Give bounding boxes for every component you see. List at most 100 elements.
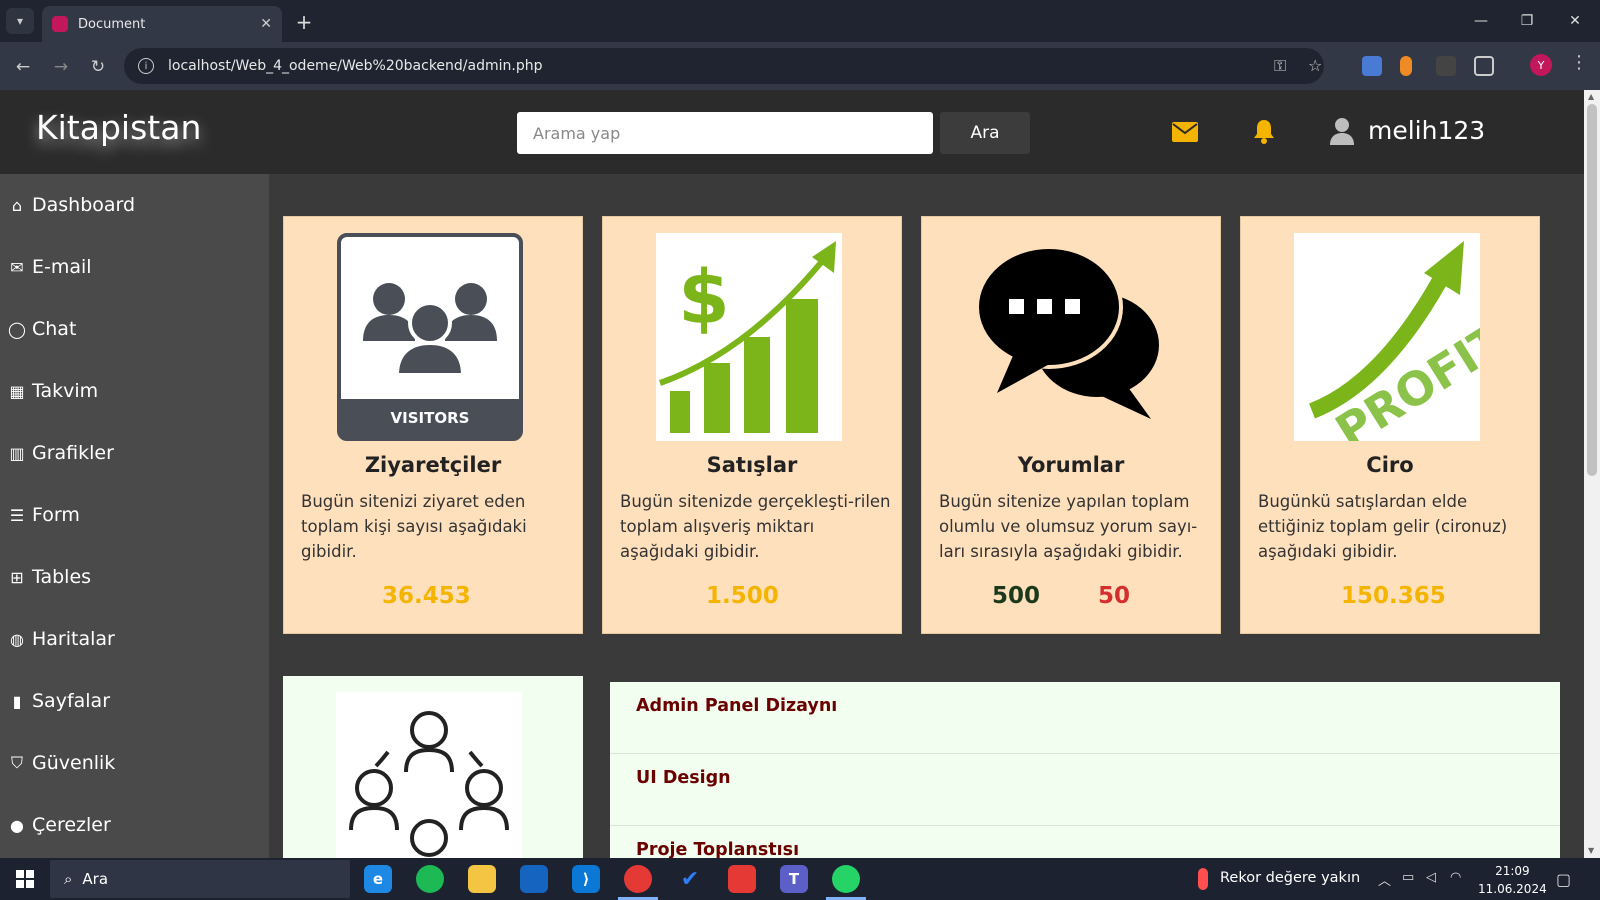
cookie-icon: ●	[10, 815, 24, 835]
user-icon	[1330, 118, 1354, 145]
form-icon: ☰	[9, 505, 25, 525]
task-title: UI Design	[636, 768, 731, 788]
bar-chart-icon: ▥	[9, 443, 25, 463]
search-button[interactable]: Ara	[940, 112, 1030, 154]
sidebar-item-email[interactable]: ✉ E-mail	[6, 252, 91, 282]
positive-comments-value: 500	[992, 583, 1041, 609]
file-icon: ▮	[12, 691, 22, 711]
search-input[interactable]	[517, 112, 933, 154]
sidebar-item-haritalar[interactable]: ◍ Haritalar	[6, 624, 115, 654]
extensions-puzzle-icon[interactable]	[1474, 56, 1494, 76]
sidebar-item-guvenlik[interactable]: ⛉ Güvenlik	[6, 748, 115, 778]
scroll-up-icon[interactable]: ▲	[1588, 92, 1594, 101]
table-icon: ⊞	[10, 567, 24, 587]
close-window-button[interactable]: ✕	[1560, 8, 1590, 34]
scroll-thumb[interactable]	[1587, 104, 1597, 476]
sidebar-item-dashboard[interactable]: ⌂ Dashboard	[6, 190, 135, 220]
sidebar-item-cerezler[interactable]: ● Çerezler	[6, 810, 111, 840]
bell-icon[interactable]	[1252, 118, 1276, 144]
card-description: Bugün sitenize yapılan toplam olumlu ve …	[939, 492, 1198, 561]
todo-icon[interactable]: ✔	[676, 865, 704, 893]
extension-icon[interactable]	[1436, 56, 1456, 76]
visitors-value: 36.453	[382, 583, 471, 609]
shield-icon: ⛉	[10, 753, 23, 772]
sidebar-item-form[interactable]: ☰ Form	[6, 500, 80, 530]
page-scrollbar[interactable]: ▲ ▼	[1584, 90, 1600, 858]
reload-button[interactable]: ↻	[85, 54, 111, 80]
revenue-card: PROFIT Ciro Bugünkü satışlardan elde ett…	[1240, 216, 1540, 634]
translate-extension-icon[interactable]	[1362, 56, 1382, 76]
weather-icon	[1198, 868, 1208, 890]
edge-icon[interactable]: e	[364, 865, 392, 893]
volume-icon[interactable]: ◁	[1426, 870, 1436, 885]
sidebar-item-takvim[interactable]: ▦ Takvim	[6, 376, 98, 406]
browser-menu-icon[interactable]: ⋮	[1570, 52, 1588, 73]
browser-titlebar: ▾ Document ✕ + — ❐ ✕	[0, 0, 1600, 42]
sidebar-item-label: Çerezler	[32, 814, 111, 836]
app-header: Kitapistan Ara melih123	[0, 90, 1584, 174]
site-info-icon[interactable]: i	[138, 58, 154, 74]
browser-tab[interactable]: Document ✕	[42, 6, 282, 42]
card-title: Yorumlar	[1017, 453, 1125, 477]
spotify-icon[interactable]	[416, 865, 444, 893]
calendar-app-icon[interactable]	[520, 865, 548, 893]
sales-card: $ Satışlar Bugün sitenizde gerçekleşti-r…	[602, 216, 902, 634]
sidebar-item-tables[interactable]: ⊞ Tables	[6, 562, 91, 592]
minimize-button[interactable]: —	[1466, 8, 1496, 34]
tab-close-icon[interactable]: ✕	[260, 16, 272, 32]
tray-chevron-icon[interactable]: ︿	[1378, 870, 1391, 889]
sidebar-item-label: Form	[32, 504, 80, 526]
calendar-icon: ▦	[9, 381, 25, 401]
team-card	[283, 676, 583, 858]
file-explorer-icon[interactable]	[468, 865, 496, 893]
sidebar-item-label: Haritalar	[32, 628, 115, 650]
forward-button[interactable]: →	[48, 54, 74, 80]
mail-icon[interactable]	[1172, 122, 1198, 142]
sidebar-item-label: Tables	[32, 566, 92, 588]
back-button[interactable]: ←	[10, 54, 36, 80]
tab-favicon-icon	[52, 16, 68, 32]
negative-comments-value: 50	[1098, 583, 1131, 609]
address-bar[interactable]: i localhost/Web_4_odeme/Web%20backend/ad…	[124, 48, 1324, 84]
app-icon[interactable]	[728, 865, 756, 893]
notifications-icon[interactable]: ▢	[1556, 870, 1571, 889]
tab-search-button[interactable]: ▾	[6, 8, 34, 34]
windows-start-icon[interactable]	[16, 870, 34, 888]
wifi-icon[interactable]: ◠	[1450, 870, 1461, 885]
scroll-down-icon[interactable]: ▼	[1588, 846, 1594, 855]
site-logo[interactable]: Kitapistan	[36, 108, 201, 147]
bookmark-star-icon[interactable]: ☆	[1308, 56, 1322, 75]
whatsapp-icon[interactable]	[832, 865, 860, 893]
sidebar-item-grafikler[interactable]: ▥ Grafikler	[6, 438, 114, 468]
task-row[interactable]: Proje Toplanstısı	[610, 826, 1560, 858]
taskbar: ⌕ Ara e ⟩ ✔ T Rekor değere yakın ︿ ▭ ◁ ◠…	[0, 858, 1600, 900]
username[interactable]: melih123	[1368, 116, 1485, 145]
vscode-icon[interactable]: ⟩	[572, 865, 600, 893]
sales-growth-image: $	[656, 233, 842, 441]
restore-button[interactable]: ❐	[1512, 8, 1542, 34]
task-row[interactable]: UI Design	[610, 754, 1560, 826]
taskbar-search[interactable]: ⌕ Ara	[50, 860, 350, 898]
teams-icon[interactable]: T	[780, 865, 808, 893]
password-key-icon[interactable]: ⚿	[1274, 56, 1286, 76]
search-icon: ⌕	[64, 870, 73, 888]
card-title: Satışlar	[706, 453, 798, 477]
profile-avatar[interactable]: Y	[1530, 54, 1552, 76]
tab-title: Document	[78, 16, 146, 32]
new-tab-button[interactable]: +	[292, 10, 316, 34]
card-title: Ciro	[1366, 453, 1414, 477]
card-description: Bugün sitenizi ziyaret eden toplam kişi …	[301, 492, 527, 561]
sidebar-item-chat[interactable]: ◯ Chat	[6, 314, 76, 344]
weather-text[interactable]: Rekor değere yakın	[1220, 870, 1360, 886]
clock-date: 11.06.2024	[1478, 882, 1547, 896]
home-icon: ⌂	[11, 195, 23, 215]
taskbar-search-label: Ara	[82, 870, 109, 888]
chrome-icon[interactable]	[624, 865, 652, 893]
sidebar: ⌂ Dashboard ✉ E-mail ◯ Chat ▦ Takvim ▥ Grafik…	[0, 174, 269, 858]
sidebar-item-label: Grafikler	[32, 442, 114, 464]
taskbar-clock[interactable]: 21:09 11.06.2024	[1478, 862, 1547, 898]
sidebar-item-sayfalar[interactable]: ▮ Sayfalar	[6, 686, 110, 716]
task-row[interactable]: Admin Panel Dizaynı	[610, 682, 1560, 754]
battery-icon[interactable]: ▭	[1402, 870, 1414, 885]
extension-icon[interactable]	[1400, 56, 1412, 76]
